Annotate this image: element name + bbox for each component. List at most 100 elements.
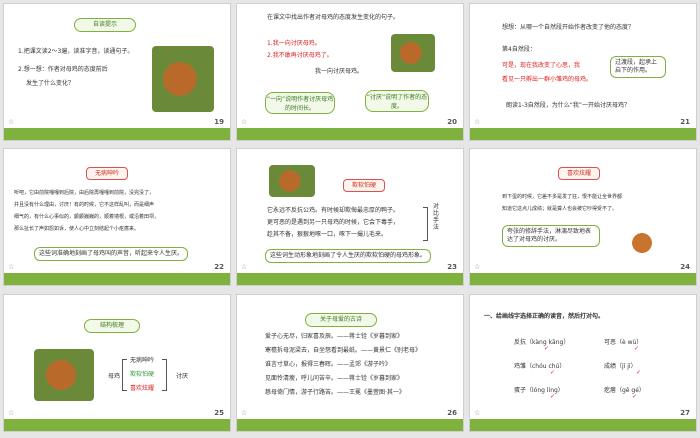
branch-1: 无病呻吟 [130, 357, 155, 364]
exercise-item: 反抗（kàng kāng） [514, 339, 570, 346]
quote-line: 可是，现在我改变了心思，我 [502, 62, 581, 69]
check-icon: ✓ [632, 393, 638, 400]
comment-1: “一向”说明作者讨厌母鸡的时间长。 [265, 92, 335, 114]
reading-prompt: 朗读1-3自然段，为什么“我”一开始讨厌母鸡？ [506, 102, 631, 109]
branch-3: 喜欢炫耀 [130, 385, 155, 392]
text-line: 那么扯长了声如怨如诉，使人心中立刻结起个小疙瘩来。 [14, 226, 140, 232]
slide-25[interactable]: 结构梳理 母鸡 无病呻吟 欺软怕硬 喜欢炫耀 讨厌 ☆ 25 [3, 294, 231, 432]
hen-image [152, 46, 214, 112]
footer-bar [470, 273, 696, 285]
hen-image [34, 349, 94, 401]
footer-bar [4, 419, 230, 431]
star-icon: ☆ [241, 263, 248, 271]
poem-line: 慈母倚门情，游子行路苦。——王冕《墨萱图·其一》 [265, 389, 405, 396]
slide-title: 结构梳理 [84, 319, 140, 333]
bracket [162, 359, 167, 391]
hen-image [269, 165, 315, 197]
exercise-item: 蛋子（lóng líng） [514, 387, 564, 394]
tree-result: 讨厌 [176, 373, 189, 380]
text-line: 知道它这点儿成绩；就是聋人也会被它吵得受不了。 [502, 206, 618, 212]
footer-bar [237, 419, 463, 431]
page-number: 24 [680, 263, 690, 271]
text-line: 到下蛋的时候，它差不多是发了狂，恨不能让全世界都 [502, 194, 623, 200]
check-icon: ✓ [550, 369, 556, 376]
answer-2: 2.我不敢再讨厌母鸡了。 [267, 52, 333, 59]
page-number: 26 [447, 409, 457, 417]
quote-line: 看见一只孵出一群小雏鸡的母鸡。 [502, 76, 593, 83]
footer-bar [4, 128, 230, 140]
footer-bar [470, 128, 696, 140]
page-number: 25 [214, 409, 224, 417]
key-sentence: 我一向讨厌母鸡。 [315, 68, 364, 75]
slide-26[interactable]: 关于母爱的古诗 爱子心无尽，归家喜及辰。——蒋士铨《岁暮到家》 寒檐拆母泥梁去，… [236, 294, 464, 432]
page-number: 19 [214, 118, 224, 126]
hen-image [391, 34, 435, 72]
exercise-item: 成绩（jī jì） [604, 363, 637, 370]
branch-2: 欺软怕硬 [130, 371, 155, 378]
text-line: 更可恶的是遇到另一只母鸡的时候，它会下毒手， [267, 219, 400, 226]
slide-20[interactable]: 在课文中找出作者对母鸡的态度发生变化的句子。 1.我一向讨厌母鸡。 2.我不敢再… [236, 3, 464, 141]
star-icon: ☆ [8, 263, 15, 271]
text-line: 2.想一想：作者对母鸡的态度前后 [18, 66, 108, 73]
question: 想想：从哪一个自然段开始作者改变了他的态度？ [502, 24, 635, 31]
star-icon: ☆ [474, 118, 481, 126]
text-line: 细气的，有什么心事似的，颤颤巍巍的，顺着墙根，或沿着田坝， [14, 214, 160, 220]
check-icon: ✓ [544, 345, 550, 352]
paragraph-label: 第4自然段： [502, 46, 536, 53]
star-icon: ☆ [474, 409, 481, 417]
star-icon: ☆ [241, 409, 248, 417]
footer-bar [237, 273, 463, 285]
check-icon: ✓ [634, 345, 640, 352]
summary-box: 夸张的修辞手法，淋漓尽致地表达了对母鸡的讨厌。 [502, 225, 600, 247]
page-number: 21 [680, 118, 690, 126]
star-icon: ☆ [8, 409, 15, 417]
slide-title: 无病呻吟 [86, 167, 128, 180]
text-line: 1.把课文读2～3遍，读准字音，读通句子。 [18, 48, 134, 55]
contrast-note: 对比手法 [433, 203, 440, 231]
slide-title: 喜欢炫耀 [558, 167, 600, 180]
text-line: 它永远不反抗公鸡。有时候却欺侮最忠厚的鸭子。 [267, 207, 400, 214]
page-number: 20 [447, 118, 457, 126]
footer-bar [237, 128, 463, 140]
slide-title: 自读提示 [74, 18, 136, 32]
slide-24[interactable]: 喜欢炫耀 到下蛋的时候，它差不多是发了狂，恨不能让全世界都 知道它这点儿成绩；就… [469, 148, 697, 286]
slide-title: 关于母爱的古诗 [305, 313, 377, 327]
comment-2: “讨厌”说明了作者的态度。 [365, 90, 429, 112]
text-line: 并且没有什么理由，讨厌！有的时候，它不这样乱叫，而是细声 [14, 202, 155, 208]
transition-note: 过渡段，起承上启下的作用。 [610, 56, 666, 78]
exercise-item: 疙瘩（gē gé） [604, 387, 645, 394]
answer-1: 1.我一向讨厌母鸡。 [267, 40, 321, 47]
exercise-title: 一、给画线字选择正确的读音，然后打对勾。 [484, 313, 605, 320]
page-number: 23 [447, 263, 457, 271]
slide-22[interactable]: 无病呻吟 听吧，它由前院嘎嘎到后院，由后院再嘎嘎到前院，没完没了， 并且没有什么… [3, 148, 231, 286]
footer-bar [470, 419, 696, 431]
poem-line: 谁言寸草心，报得三春晖。——孟郊《游子吟》 [265, 361, 392, 368]
text-line: 听吧，它由前院嘎嘎到后院，由后院再嘎嘎到前院，没完没了， [14, 190, 155, 196]
poem-line: 见面怜清瘦，呼儿问苦辛。——蒋士铨《岁暮到家》 [265, 375, 404, 382]
question: 在课文中找出作者对母鸡的态度发生变化的句子。 [267, 14, 400, 21]
poem-line: 爱子心无尽，归家喜及辰。——蒋士铨《岁暮到家》 [265, 333, 404, 340]
page-number: 27 [680, 409, 690, 417]
slide-23[interactable]: 欺软怕硬 它永远不反抗公鸡。有时候却欺侮最忠厚的鸭子。 更可恶的是遇到另一只母鸡… [236, 148, 464, 286]
footer-bar [4, 273, 230, 285]
summary-box: 这些词准确地刻画了母鸡叫的声音，听起来令人生厌。 [34, 247, 189, 261]
text-line: 发生了什么变化？ [26, 80, 75, 87]
summary-box: 这些词生动形象地刻画了令人生厌的欺软怕硬的母鸡形象。 [265, 249, 432, 263]
slide-19[interactable]: 自读提示 1.把课文读2～3遍，读准字音，读通句子。 2.想一想：作者对母鸡的态… [3, 3, 231, 141]
hen-image [618, 221, 666, 261]
slide-title: 欺软怕硬 [343, 179, 385, 192]
bracket [423, 207, 428, 241]
bracket [122, 359, 127, 391]
text-line: 趁其不备，狠狠地啄一口，啄下一撮儿毛来。 [267, 231, 388, 238]
exercise-item: 鸡雏（chóu chú） [514, 363, 566, 370]
poem-line: 寒檐拆母泥梁去，自坐怒看到最纸。——黄景仁《别老母》 [265, 347, 422, 354]
check-icon: ✓ [550, 393, 556, 400]
slide-27[interactable]: 一、给画线字选择正确的读音，然后打对勾。 反抗（kàng kāng） 可恶（è … [469, 294, 697, 432]
slide-21[interactable]: 想想：从哪一个自然段开始作者改变了他的态度？ 第4自然段： 可是，现在我改变了心… [469, 3, 697, 141]
star-icon: ☆ [8, 118, 15, 126]
tree-root: 母鸡 [108, 373, 121, 380]
star-icon: ☆ [241, 118, 248, 126]
page-number: 22 [214, 263, 224, 271]
star-icon: ☆ [474, 263, 481, 271]
check-icon: ✓ [636, 369, 642, 376]
